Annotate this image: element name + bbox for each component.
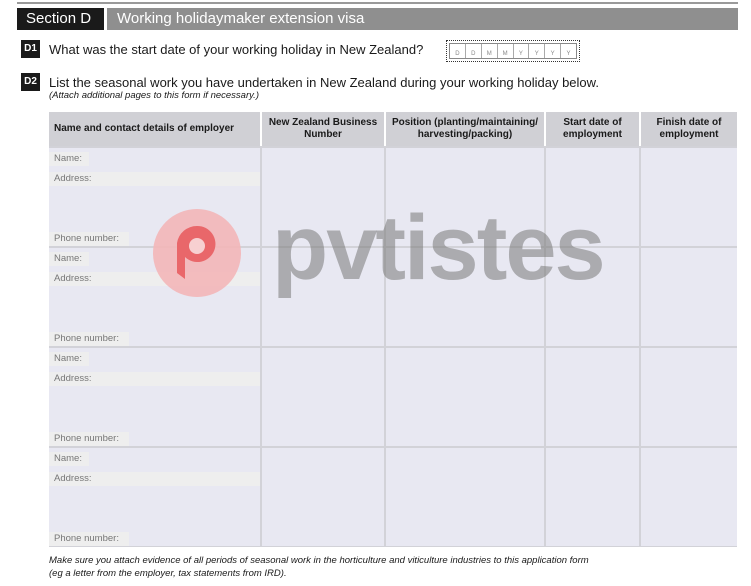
date-cell: M bbox=[482, 44, 498, 58]
position-cell[interactable] bbox=[386, 448, 544, 546]
question-d2-text: List the seasonal work you have undertak… bbox=[49, 75, 599, 90]
date-cell: D bbox=[450, 44, 466, 58]
seasonal-work-table: Name and contact details of employer New… bbox=[49, 112, 737, 547]
finish-date-cell[interactable] bbox=[641, 348, 737, 446]
question-d1-text: What was the start date of your working … bbox=[49, 42, 424, 57]
start-date-cell[interactable] bbox=[546, 448, 639, 546]
start-date-cell[interactable] bbox=[546, 348, 639, 446]
phone-label: Phone number: bbox=[54, 533, 119, 544]
header-finish-date: Finish date of employment bbox=[641, 112, 737, 146]
business-number-cell[interactable] bbox=[262, 348, 384, 446]
finish-date-cell[interactable] bbox=[641, 448, 737, 546]
header-position: Position (planting/maintaining/ harvesti… bbox=[386, 112, 546, 146]
name-label: Name: bbox=[54, 453, 82, 464]
date-cell: Y bbox=[566, 51, 571, 57]
question-number-d2: D2 bbox=[21, 73, 40, 91]
address-label: Address: bbox=[54, 473, 92, 484]
question-number-d1: D1 bbox=[21, 40, 40, 58]
date-cell: D bbox=[466, 44, 482, 58]
address-label: Address: bbox=[54, 273, 92, 284]
date-cell: Y bbox=[514, 44, 530, 58]
name-label: Name: bbox=[54, 153, 82, 164]
footer-note: Make sure you attach evidence of all per… bbox=[49, 554, 589, 580]
finish-date-cell[interactable] bbox=[641, 148, 737, 246]
address-label: Address: bbox=[54, 173, 92, 184]
date-cell: Y bbox=[529, 44, 546, 58]
section-label: Section D bbox=[17, 8, 104, 30]
business-number-cell[interactable] bbox=[262, 448, 384, 546]
finish-date-cell[interactable] bbox=[641, 248, 737, 346]
start-date-field[interactable]: DDMMYYYY bbox=[446, 40, 580, 62]
watermark-text: pvtistes bbox=[272, 197, 606, 299]
date-cell: Y bbox=[545, 44, 562, 58]
header-start-date: Start date of employment bbox=[546, 112, 641, 146]
position-cell[interactable] bbox=[386, 348, 544, 446]
section-title: Working holidaymaker extension visa bbox=[107, 8, 738, 30]
date-cell: M bbox=[498, 44, 514, 58]
footer-line-1: Make sure you attach evidence of all per… bbox=[49, 555, 589, 566]
top-rule bbox=[17, 2, 738, 4]
name-label: Name: bbox=[54, 353, 82, 364]
employer-cell[interactable]: Name: Address: Phone number: bbox=[49, 348, 260, 446]
header-employer: Name and contact details of employer bbox=[49, 112, 262, 146]
address-label: Address: bbox=[54, 373, 92, 384]
employer-cell[interactable]: Name: Address: Phone number: bbox=[49, 448, 260, 546]
phone-label: Phone number: bbox=[54, 333, 119, 344]
phone-label: Phone number: bbox=[54, 233, 119, 244]
header-business-number: New Zealand Business Number bbox=[262, 112, 386, 146]
footer-line-2: (eg a letter from the employer, tax stat… bbox=[49, 568, 287, 579]
date-cells: DDMMYYYY bbox=[449, 43, 577, 59]
question-d2-note: (Attach additional pages to this form if… bbox=[49, 90, 259, 101]
watermark-logo-icon bbox=[153, 209, 241, 297]
phone-label: Phone number: bbox=[54, 433, 119, 444]
name-label: Name: bbox=[54, 253, 82, 264]
